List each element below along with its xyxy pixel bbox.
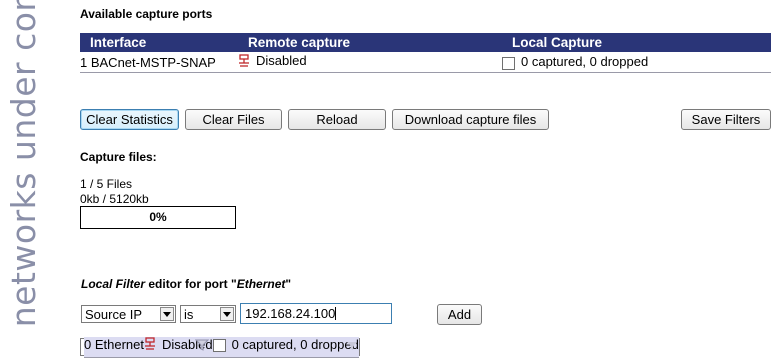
- disabled-icon: [239, 54, 249, 67]
- local-status: 0 captured, 0 dropped: [231, 336, 359, 352]
- chevron-down-icon[interactable]: [160, 307, 174, 321]
- filter-value-text: 192.168.24.100: [245, 306, 336, 321]
- filter-editor-suffix: ": [285, 277, 292, 291]
- capture-files-label: Capture files:: [80, 150, 157, 164]
- progress-text: 0%: [149, 210, 167, 224]
- table-header: Interface Remote capture Local Capture: [80, 33, 771, 52]
- add-filter-button[interactable]: Add: [437, 304, 482, 325]
- filter-editor-title: Local Filter editor for port "Ethernet": [81, 277, 291, 291]
- filter-operator-select[interactable]: is: [180, 305, 236, 323]
- clear-statistics-button[interactable]: Clear Statistics: [80, 109, 179, 130]
- reload-button[interactable]: Reload: [288, 109, 386, 130]
- local-cell: 0 captured, 0 dropped: [502, 52, 771, 73]
- filter-editor-port: Ethernet: [236, 277, 286, 291]
- col-local-capture: Local Capture: [502, 33, 771, 52]
- interface-cell: 0 Ethernet: [84, 336, 144, 358]
- brand-text: networks under control: [4, 0, 43, 327]
- ports-table: Interface Remote capture Local Capture 0…: [80, 33, 771, 358]
- col-interface: Interface: [80, 33, 238, 52]
- text-caret: [335, 307, 337, 320]
- remote-status: Disabled: [256, 53, 307, 69]
- filter-icon[interactable]: [194, 339, 209, 351]
- table-row[interactable]: 1 BACnet-MSTP-SNAP Disabled 0 captured, …: [80, 52, 771, 73]
- capture-progress-bar: 0%: [80, 206, 236, 229]
- download-capture-files-button[interactable]: Download capture files: [392, 109, 549, 130]
- filter-editor-prefix: Local Filter: [81, 277, 146, 291]
- filter-operator-value: is: [184, 306, 194, 322]
- col-remote-capture: Remote capture: [238, 33, 502, 52]
- capture-files-count: 1 / 5 Files: [80, 177, 133, 191]
- save-filters-button[interactable]: Save Filters: [681, 109, 771, 130]
- local-cell: 0 captured, 0 dropped: [194, 336, 359, 358]
- filter-value-input[interactable]: 192.168.24.100: [240, 303, 392, 324]
- local-status: 0 captured, 0 dropped: [521, 54, 649, 70]
- filter-field-value: Source IP: [85, 306, 143, 322]
- remote-cell[interactable]: Disabled: [238, 52, 502, 73]
- local-capture-checkbox[interactable]: [502, 56, 515, 70]
- clear-files-button[interactable]: Clear Files: [185, 109, 282, 130]
- ports-title: Available capture ports: [80, 7, 213, 21]
- interface-cell: 1 BACnet-MSTP-SNAP: [80, 52, 238, 73]
- local-capture-checkbox[interactable]: [212, 338, 226, 352]
- filter-icon[interactable]: [346, 341, 357, 350]
- disabled-icon: [145, 337, 155, 350]
- filter-field-select[interactable]: Source IP: [81, 305, 176, 323]
- filter-editor-middle: editor for port ": [145, 277, 237, 291]
- capture-files-size: 0kb / 5120kb: [80, 192, 149, 206]
- chevron-down-icon[interactable]: [220, 307, 234, 321]
- table-row[interactable]: 0 Ethernet Disabled 0 captured, 0 droppe…: [80, 336, 360, 358]
- sidebar: networks under control: [0, 0, 48, 327]
